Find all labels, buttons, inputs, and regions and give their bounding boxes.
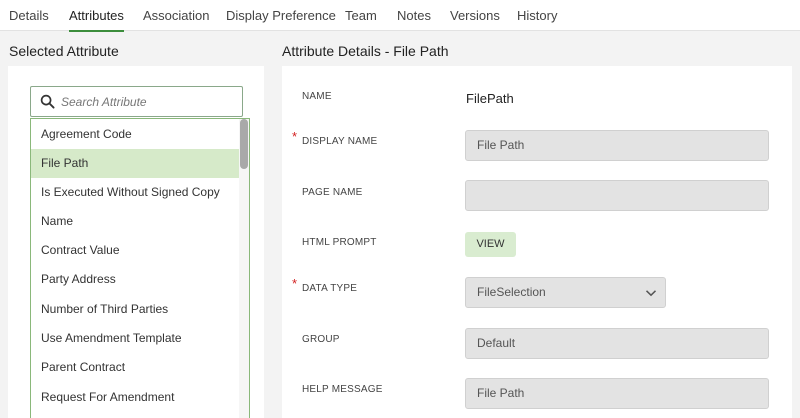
attribute-list: Agreement Code File Path Is Executed Wit… bbox=[30, 118, 250, 418]
selected-attribute-panel: Agreement Code File Path Is Executed Wit… bbox=[8, 66, 264, 418]
list-item[interactable]: Agreement Code bbox=[31, 120, 239, 149]
data-type-value: FileSelection bbox=[477, 285, 546, 299]
name-label: NAME bbox=[302, 91, 332, 102]
list-item[interactable]: Parent Contract bbox=[31, 353, 239, 382]
help-message-label: HELP MESSAGE bbox=[302, 384, 383, 395]
required-marker: * bbox=[292, 129, 298, 144]
list-item[interactable]: Name bbox=[31, 207, 239, 236]
search-icon bbox=[40, 94, 55, 109]
page-name-field[interactable] bbox=[465, 180, 769, 211]
group-field[interactable]: Default bbox=[465, 328, 769, 359]
selected-attribute-title: Selected Attribute bbox=[9, 43, 119, 59]
required-marker: * bbox=[292, 276, 298, 291]
page-name-label: PAGE NAME bbox=[302, 187, 363, 198]
attribute-details-panel: NAME FilePath * DISPLAY NAME File Path P… bbox=[282, 66, 792, 418]
group-label: GROUP bbox=[302, 334, 340, 345]
help-message-field[interactable]: File Path bbox=[465, 378, 769, 409]
list-scrollbar[interactable] bbox=[239, 119, 249, 418]
list-scrollbar-thumb[interactable] bbox=[240, 119, 248, 169]
list-item[interactable]: Is Executed Without Signed Copy bbox=[31, 178, 239, 207]
display-name-field[interactable]: File Path bbox=[465, 130, 769, 161]
chevron-down-icon bbox=[645, 290, 657, 297]
list-item-selected[interactable]: File Path bbox=[31, 149, 239, 178]
html-prompt-label: HTML PROMPT bbox=[302, 237, 377, 248]
attribute-details-title: Attribute Details - File Path bbox=[282, 43, 449, 59]
tab-details[interactable]: Details bbox=[9, 0, 49, 31]
view-button[interactable]: VIEW bbox=[465, 232, 516, 257]
list-item[interactable]: Number of Third Parties bbox=[31, 295, 239, 324]
tab-association[interactable]: Association bbox=[143, 0, 209, 31]
search-box bbox=[30, 86, 243, 117]
tab-display-preference[interactable]: Display Preference bbox=[226, 0, 336, 31]
list-item[interactable]: Party Address bbox=[31, 265, 239, 294]
search-input[interactable] bbox=[61, 87, 239, 116]
tab-bar: Details Attributes Association Display P… bbox=[0, 0, 800, 32]
tab-notes[interactable]: Notes bbox=[397, 0, 431, 31]
list-item[interactable]: Contract Value bbox=[31, 236, 239, 265]
list-item[interactable]: Request For Amendment bbox=[31, 383, 239, 412]
name-value: FilePath bbox=[466, 91, 514, 106]
list-item[interactable]: Use Amendment Template bbox=[31, 324, 239, 353]
tab-attributes[interactable]: Attributes bbox=[69, 0, 124, 32]
data-type-select[interactable]: FileSelection bbox=[465, 277, 666, 308]
tab-versions[interactable]: Versions bbox=[450, 0, 500, 31]
display-name-label: DISPLAY NAME bbox=[302, 136, 378, 147]
data-type-label: DATA TYPE bbox=[302, 283, 358, 294]
tab-history[interactable]: History bbox=[517, 0, 557, 31]
tab-team[interactable]: Team bbox=[345, 0, 377, 31]
